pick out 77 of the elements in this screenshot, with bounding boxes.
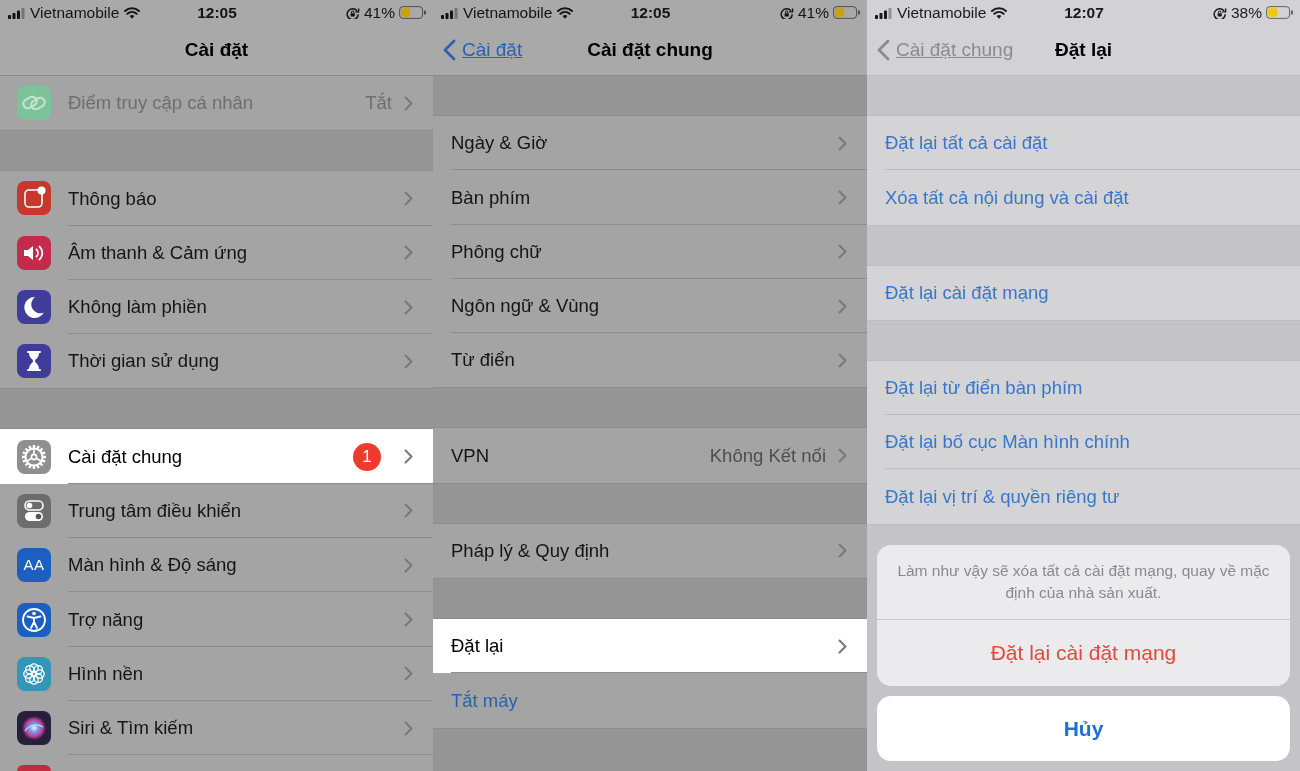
- row-value: Không Kết nối: [709, 443, 826, 468]
- chevron-icon: [838, 448, 847, 464]
- row-label: Pháp lý & Quy định: [451, 539, 611, 564]
- notification-badge: 1: [353, 442, 381, 471]
- sheet-message: Làm như vậy sẽ xóa tất cả cài đặt mạng, quay về mặc định của nhà sản xuất.: [877, 545, 1290, 620]
- screen-title: Cài đặt chung: [587, 37, 713, 62]
- row-label: Hình nền: [68, 661, 145, 686]
- settings-row[interactable]: Đặt lại: [433, 619, 867, 674]
- row-label: Cài đặt chung: [68, 444, 184, 469]
- row-label: Phông chữ: [451, 239, 543, 264]
- screen-title: Đặt lại: [1055, 37, 1112, 62]
- row-label: Thời gian sử dụng: [68, 349, 221, 374]
- row-label: Đặt lại vị trí & quyền riêng tư: [885, 484, 1121, 509]
- screen-title: Cài đặt: [184, 37, 249, 62]
- battery-icon: [399, 6, 426, 19]
- wifi-icon: [124, 6, 141, 19]
- wifi-icon: [991, 6, 1008, 19]
- orientation-lock-icon: [1212, 6, 1227, 19]
- chevron-icon: [404, 503, 413, 519]
- signal-icon: [441, 6, 458, 19]
- row-label: Đặt lại cài đặt mạng: [885, 280, 1050, 305]
- row-label: Từ điển: [451, 348, 516, 373]
- status-time: 12:07: [1064, 2, 1104, 23]
- chevron-icon: [404, 95, 413, 111]
- carrier-name: Vietnamobile: [463, 2, 553, 23]
- chevron-icon: [838, 244, 847, 260]
- row-label: Đặt lại bố cục Màn hình chính: [885, 430, 1131, 455]
- carrier-name: Vietnamobile: [897, 2, 987, 23]
- chevron-icon: [838, 543, 847, 559]
- status-time: 12:05: [630, 2, 671, 23]
- row-label: Thông báo: [68, 186, 158, 211]
- back-icon: [443, 39, 456, 61]
- row-label: Tắt máy: [451, 688, 519, 713]
- battery-percent: 41%: [797, 2, 829, 23]
- row-label: Màn hình & Độ sáng: [68, 553, 238, 578]
- settings-row[interactable]: Cài đặt chung 1: [0, 429, 433, 484]
- battery-icon: [833, 6, 860, 19]
- signal-icon: [875, 6, 892, 19]
- chevron-icon: [404, 666, 413, 682]
- row-label: Đặt lại tất cả cài đặt: [885, 131, 1049, 156]
- battery-percent: 41%: [363, 2, 395, 23]
- row-label: Siri & Tìm kiếm: [68, 716, 195, 741]
- row-label: Âm thanh & Cảm ứng: [68, 240, 248, 265]
- chevron-icon: [404, 449, 413, 465]
- text-size-icon: AA: [17, 548, 51, 583]
- cancel-button[interactable]: Hủy: [877, 696, 1290, 761]
- wifi-icon: [557, 6, 574, 19]
- orientation-lock-icon: [779, 6, 794, 19]
- row-label: Không làm phiền: [68, 295, 208, 320]
- row-label: Trợ năng: [68, 607, 145, 632]
- chevron-icon: [838, 135, 847, 151]
- chevron-icon: [404, 245, 413, 261]
- chevron-icon: [838, 298, 847, 314]
- row-label: Đặt lại: [451, 634, 505, 659]
- back-icon: [877, 39, 890, 61]
- row-label: Đặt lại từ điển bàn phím: [885, 376, 1084, 401]
- row-label: Xóa tất cả nội dung và cài đặt: [885, 185, 1130, 210]
- signal-icon: [8, 6, 25, 19]
- orientation-lock-icon: [345, 6, 360, 19]
- chevron-icon: [838, 189, 847, 205]
- chevron-icon: [404, 299, 413, 315]
- row-label: Trung tâm điều khiển: [68, 499, 243, 524]
- row-label: Ngôn ngữ & Vùng: [451, 294, 601, 319]
- chevron-icon: [404, 720, 413, 736]
- chevron-icon: [404, 353, 413, 369]
- chevron-icon: [404, 190, 413, 206]
- battery-icon: [1266, 6, 1293, 19]
- chevron-icon: [404, 612, 413, 627]
- chevron-icon: [838, 638, 847, 654]
- chevron-icon: [838, 352, 847, 368]
- carrier-name: Vietnamobile: [30, 2, 120, 23]
- battery-percent: 38%: [1230, 2, 1262, 23]
- row-label: Bàn phím: [451, 185, 532, 210]
- row-label: VPN: [451, 443, 491, 468]
- status-time: 12:05: [197, 2, 237, 23]
- row-label: Ngày & Giờ: [451, 131, 549, 156]
- chevron-icon: [404, 557, 413, 573]
